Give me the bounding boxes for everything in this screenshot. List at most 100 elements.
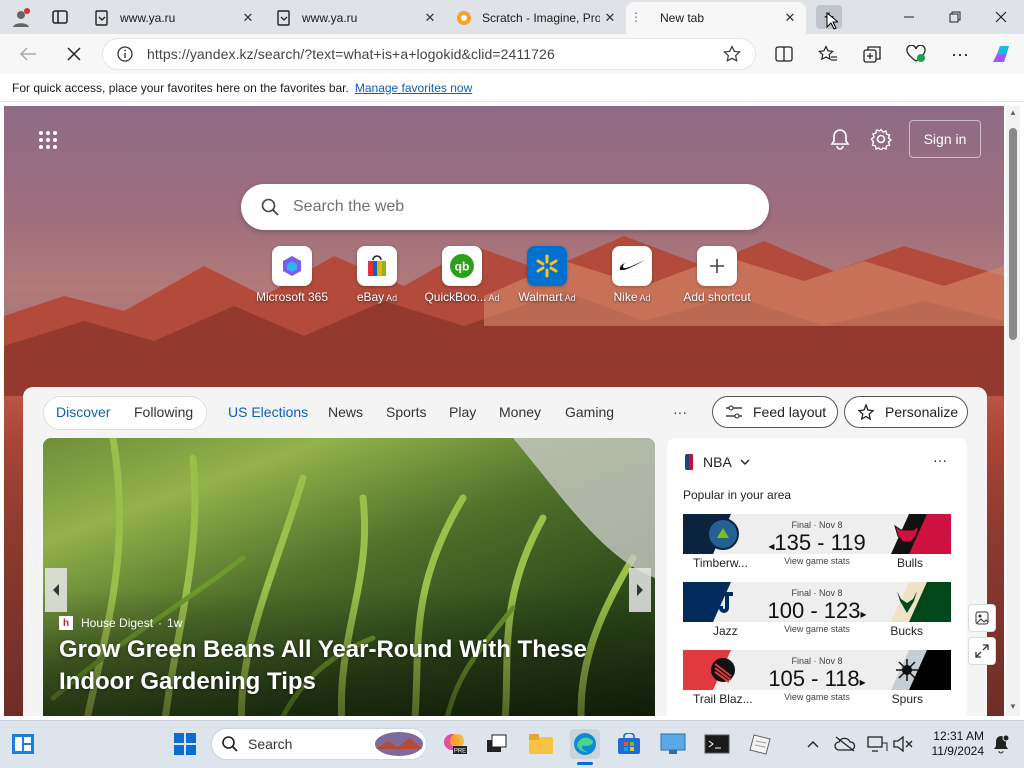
tab-2[interactable]: www.ya.ru ✕ [266,4,446,32]
onedrive-offline-icon[interactable] [830,729,860,759]
chevron-down-icon [740,459,750,465]
clock-time: 12:31 AM [933,729,984,743]
copilot-icon[interactable] [990,42,1014,66]
game-row[interactable]: Final · Nov 8 100 - 123▸ View game stats… [683,582,951,642]
close-window-button[interactable] [978,0,1024,34]
favorite-star-icon[interactable] [723,45,741,63]
stop-loading-button[interactable] [62,42,86,66]
ad-badge: Ad [639,293,651,303]
feed-layout-button[interactable]: Feed layout [712,396,838,428]
tab-gaming[interactable]: Gaming [565,404,614,420]
tab-following[interactable]: Following [134,404,193,420]
settings-more-icon[interactable]: ··· [948,42,972,66]
start-windows-icon[interactable] [170,729,200,759]
shortcut-walmart[interactable]: Walmart Ad [502,246,592,304]
team-2-name: Spurs [891,692,923,706]
nba-dropdown[interactable]: NBA [685,454,750,470]
app-launcher-icon[interactable] [38,130,58,150]
split-screen-icon[interactable] [772,42,796,66]
search-highlight-image [374,731,424,757]
notifications-bell-icon[interactable] [830,128,850,150]
game-row[interactable]: Final · Nov 8 ◂135 - 119 View game stats… [683,514,951,574]
volume-muted-icon[interactable] [888,729,918,759]
game-score: 105 - 118▸ [768,666,866,691]
search-icon [261,198,279,216]
remote-desktop-icon[interactable] [658,729,688,759]
edge-browser-icon[interactable] [570,729,600,759]
more-tabs-button[interactable]: ··· [673,404,687,420]
scroll-down-icon[interactable]: ▼ [1009,702,1017,711]
shortcut-nike[interactable]: Nike Ad [587,246,677,304]
close-tab-icon[interactable]: ✕ [420,10,440,26]
favorites-bar: For quick access, place your favorites h… [0,74,1024,102]
hero-story-card[interactable]: h House Digest · 1w Grow Green Beans All… [43,438,655,716]
system-clock[interactable]: 12:31 AM 11/9/2024 [920,729,985,759]
profile-icon[interactable] [10,7,32,29]
site-info-icon[interactable] [117,46,133,62]
back-button[interactable] [16,42,40,66]
tab-money[interactable]: Money [499,404,541,420]
tab-actions-icon[interactable] [52,9,68,25]
web-search-box[interactable]: Search the web [241,184,769,230]
game-status: Final · Nov 8 [791,520,843,530]
sign-in-button[interactable]: Sign in [909,120,981,158]
file-explorer-icon[interactable] [526,729,556,759]
next-story-button[interactable] [629,568,651,612]
personalize-label: Personalize [885,404,959,420]
team-2-name: Bulls [896,556,923,570]
taskbar-search-label: Search [248,736,293,752]
scratch-icon [457,11,471,25]
widgets-icon[interactable] [8,729,38,759]
close-tab-icon[interactable]: ✕ [238,10,258,26]
scrollbar-thumb[interactable] [1009,128,1017,340]
team-1-name: Trail Blaz... [693,692,753,706]
game-score: 100 - 123▸ [767,598,867,623]
game-row[interactable]: Final · Nov 8 105 - 118▸ View game stats… [683,650,951,710]
svg-text:qb: qb [455,260,470,274]
minimize-button[interactable] [886,0,932,34]
taskbar-search-box[interactable]: Search [211,728,427,760]
shortcut-label: Nike [613,290,638,304]
favorites-icon[interactable] [816,42,840,66]
tab-play[interactable]: Play [449,404,476,420]
close-tab-icon[interactable]: ✕ [600,10,620,26]
quickbooks-icon: qb [442,246,482,286]
svg-text:PRE: PRE [454,749,466,755]
show-hidden-icons-chevron[interactable] [798,729,828,759]
ad-badge: Ad [564,293,576,303]
page-settings-gear-icon[interactable] [870,128,892,150]
microsoft-365-icon [272,246,312,286]
image-info-button[interactable] [968,604,996,632]
shortcut-quickbooks[interactable]: qb QuickBoo... Ad [417,246,507,304]
manage-favorites-link[interactable]: Manage favorites now [355,81,472,95]
notes-app-icon[interactable] [746,729,776,759]
score-text: 105 - 118 [768,666,860,691]
collections-icon[interactable] [860,42,884,66]
tab-3[interactable]: Scratch - Imagine, Pro ✕ [446,4,626,32]
tab-sports[interactable]: Sports [386,404,426,420]
close-tab-icon[interactable]: ✕ [780,10,800,26]
browser-essentials-icon[interactable] [904,42,928,66]
card-more-options-icon[interactable]: ··· [933,452,947,468]
tab-us-elections[interactable]: US Elections [228,404,308,420]
previous-story-button[interactable] [45,568,67,612]
expand-icon[interactable] [968,637,996,665]
shortcut-ebay[interactable]: eBay Ad [332,246,422,304]
notification-center-icon[interactable] [986,729,1016,759]
terminal-icon[interactable] [702,729,732,759]
personalize-button[interactable]: Personalize [844,396,968,428]
scroll-up-icon[interactable]: ▲ [1009,108,1017,117]
address-bar[interactable]: https://yandex.kz/search/?text=what+is+a… [102,38,756,70]
copilot-pre-icon[interactable]: PRE [440,729,470,759]
add-shortcut-button[interactable]: Add shortcut [672,246,762,304]
task-view-icon[interactable] [482,729,512,759]
tab-news[interactable]: News [328,404,363,420]
shortcut-label: QuickBoo... [424,290,487,304]
tab-1[interactable]: www.ya.ru ✕ [84,4,264,32]
story-headline[interactable]: Grow Green Beans All Year-Round With The… [59,634,649,698]
tab-4-active[interactable]: ⋮ New tab ✕ [626,2,806,34]
microsoft-store-icon[interactable] [614,729,644,759]
tab-discover[interactable]: Discover [56,404,110,420]
restore-button[interactable] [932,0,978,34]
shortcut-microsoft-365[interactable]: Microsoft 365 [247,246,337,304]
